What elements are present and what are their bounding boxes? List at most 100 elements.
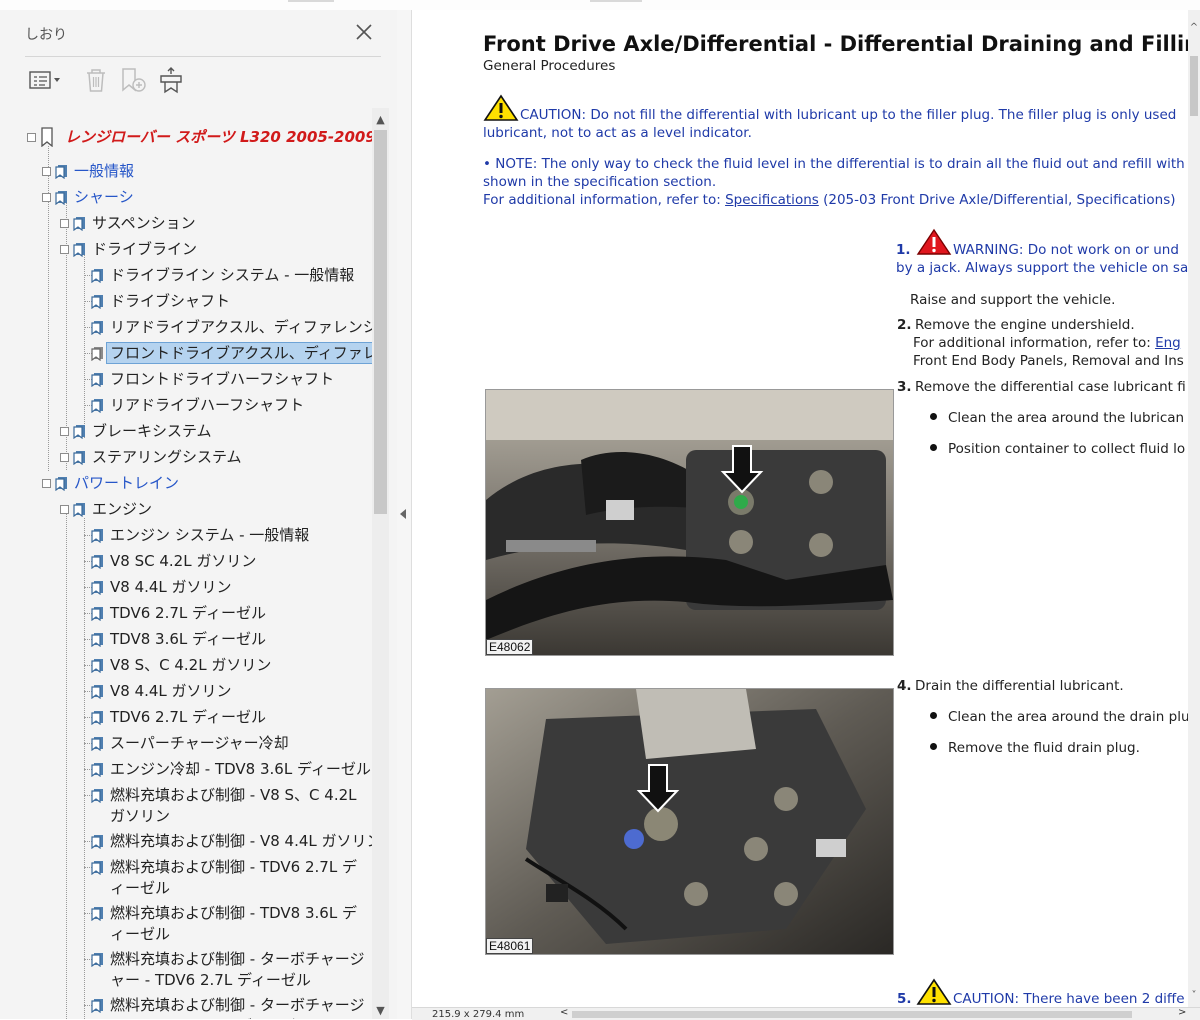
caution-text: lubricant, not to act as a level indicat… <box>483 125 752 141</box>
bookmark-label: エンジン <box>92 500 153 518</box>
page-size: 215.9 x 279.4 mm <box>432 1009 525 1020</box>
scroll-thumb[interactable] <box>374 130 387 514</box>
tree-line <box>84 252 85 438</box>
document-scrollbar[interactable]: ^ ˅ <box>1188 10 1200 1007</box>
pane-divider <box>25 56 381 57</box>
scroll-left-icon[interactable]: < <box>560 1007 568 1018</box>
scroll-up-icon[interactable]: ^ <box>1188 22 1200 33</box>
bookmark-label: エンジン システム - 一般情報 <box>110 526 310 544</box>
bookmarks-pane: しおり レンジローバー スポーツ L320 2005-2009 一般情報 シャー… <box>0 10 398 1019</box>
bookmark-label: V8 4.4L ガソリン <box>110 578 232 596</box>
new-bookmark-icon[interactable] <box>118 66 148 94</box>
expander[interactable] <box>42 167 51 176</box>
step-text: Raise and support the vehicle. <box>910 292 1116 308</box>
note-text: • NOTE: The only way to check the fluid … <box>483 156 1185 172</box>
expander[interactable] <box>42 479 51 488</box>
close-icon[interactable] <box>352 20 376 44</box>
bookmark-label: リアドライブハーフシャフト <box>110 396 305 414</box>
bookmark-label: ドライブライン システム - 一般情報 <box>110 266 355 284</box>
bookmark-tree: レンジローバー スポーツ L320 2005-2009 一般情報 シャーシ サスペン… <box>0 108 372 1019</box>
engine-link[interactable]: Eng <box>1155 335 1181 351</box>
bookmark-page-icon <box>91 659 103 673</box>
bullet-icon <box>930 743 937 750</box>
bookmark-page-icon <box>91 763 103 777</box>
bookmark-page-icon <box>91 399 103 413</box>
expander[interactable] <box>27 133 36 142</box>
bookmark-page-icon <box>91 347 103 361</box>
step-number: 1. <box>896 242 911 258</box>
expander[interactable] <box>60 219 69 228</box>
bookmark-label: パワートレイン <box>74 474 180 492</box>
expander[interactable] <box>60 427 69 436</box>
bookmark-page-icon <box>55 191 67 205</box>
bookmark-page-icon <box>91 581 103 595</box>
bookmark-page-icon <box>91 529 103 543</box>
bookmark-page-icon <box>73 425 85 439</box>
collapse-arrow-icon[interactable] <box>400 509 406 519</box>
bookmark-label: 燃料充填および制御 - ターボチャージャー - TDV6 2.7L ディーゼル <box>110 950 365 989</box>
bookmark-page-icon <box>91 295 103 309</box>
engine-photo <box>486 390 893 655</box>
bookmark-label: サスペンション <box>92 214 196 232</box>
bookmark-page-icon <box>91 685 103 699</box>
scroll-down-icon[interactable]: ˅ <box>1188 990 1200 1001</box>
delete-icon[interactable] <box>82 66 110 94</box>
bullet-icon <box>930 444 937 451</box>
bullet-icon <box>930 413 937 420</box>
specifications-link[interactable]: Specifications <box>725 192 819 208</box>
tab-marker <box>288 0 334 2</box>
bookmark-label: リアドライブアクスル、ディファレンシャル <box>110 318 372 336</box>
step-number: 4. <box>897 678 912 694</box>
scroll-thumb[interactable] <box>1190 56 1198 116</box>
expand-bookmark-icon[interactable] <box>156 66 186 94</box>
bookmark-label: 燃料充填および制御 - TDV6 2.7L ディーゼル <box>110 858 357 897</box>
expander[interactable] <box>60 505 69 514</box>
bookmark-page-icon <box>73 451 85 465</box>
step-number: 5. <box>897 991 912 1007</box>
scroll-down-icon[interactable]: ▼ <box>372 1003 389 1019</box>
bullet-text: Remove the fluid drain plug. <box>948 740 1140 756</box>
bookmark-label: TDV6 2.7L ディーゼル <box>110 604 266 622</box>
bookmark-label: レンジローバー スポーツ L320 2005-2009 <box>65 128 372 146</box>
step-number: 3. <box>897 379 912 395</box>
expander[interactable] <box>60 245 69 254</box>
bookmark-page-icon <box>91 999 103 1013</box>
bookmark-label: フロントドライブアクスル、ディファレンシャル <box>106 342 372 364</box>
bookmark-page-icon <box>91 633 103 647</box>
options-icon[interactable] <box>27 66 63 94</box>
expander[interactable] <box>60 453 69 462</box>
bookmark-label: V8 4.4L ガソリン <box>110 682 232 700</box>
bookmark-page-icon <box>91 907 103 921</box>
horizontal-scroll-thumb[interactable] <box>572 1011 1132 1018</box>
bookmark-label: TDV8 3.6L ディーゼル <box>110 630 266 648</box>
step-number: 2. <box>897 317 912 333</box>
reference-line: For additional information, refer to: Sp… <box>483 191 1176 209</box>
reference-suffix: (205-03 Front Drive Axle/Differential, S… <box>823 192 1176 208</box>
bookmark-label: 燃料充填および制御 - V8 4.4L ガソリン <box>110 832 372 850</box>
bookmark-label: TDV6 2.7L ディーゼル <box>110 708 266 726</box>
bookmark-page-icon <box>55 165 67 179</box>
warning-text: WARNING: Do not work on or und <box>953 242 1179 258</box>
reference-line: For additional information, refer to: En… <box>913 334 1181 352</box>
reference-prefix: For additional information, refer to: <box>913 335 1151 351</box>
bookmark-page-icon <box>73 243 85 257</box>
bookmarks-scrollbar[interactable]: ▲ ▼ <box>372 108 389 1019</box>
bookmark-label: フロントドライブハーフシャフト <box>110 370 335 388</box>
bullet-text: Position container to collect fluid lo <box>948 441 1186 457</box>
step-text: Drain the differential lubricant. <box>915 678 1124 694</box>
bookmark-label: ステアリングシステム <box>92 448 242 466</box>
caution-text: CAUTION: There have been 2 diffe <box>953 991 1185 1007</box>
scroll-right-icon[interactable]: > <box>1178 1007 1186 1018</box>
bookmark-page-icon <box>73 217 85 231</box>
pane-collapse-handle[interactable] <box>397 10 412 1019</box>
bookmark-page-icon <box>91 373 103 387</box>
page-title: Front Drive Axle/Differential - Differen… <box>483 32 1188 56</box>
reference-line: Front End Body Panels, Removal and Ins <box>913 353 1184 369</box>
bookmark-page-icon <box>91 607 103 621</box>
expander[interactable] <box>42 193 51 202</box>
bookmark-page-icon <box>91 835 103 849</box>
bookmark-page-icon <box>91 789 103 803</box>
reference-prefix: For additional information, refer to: <box>483 192 721 208</box>
bookmark-label: 燃料充填および制御 - V8 S、C 4.2L ガソリン <box>110 786 357 825</box>
scroll-up-icon[interactable]: ▲ <box>372 112 389 128</box>
